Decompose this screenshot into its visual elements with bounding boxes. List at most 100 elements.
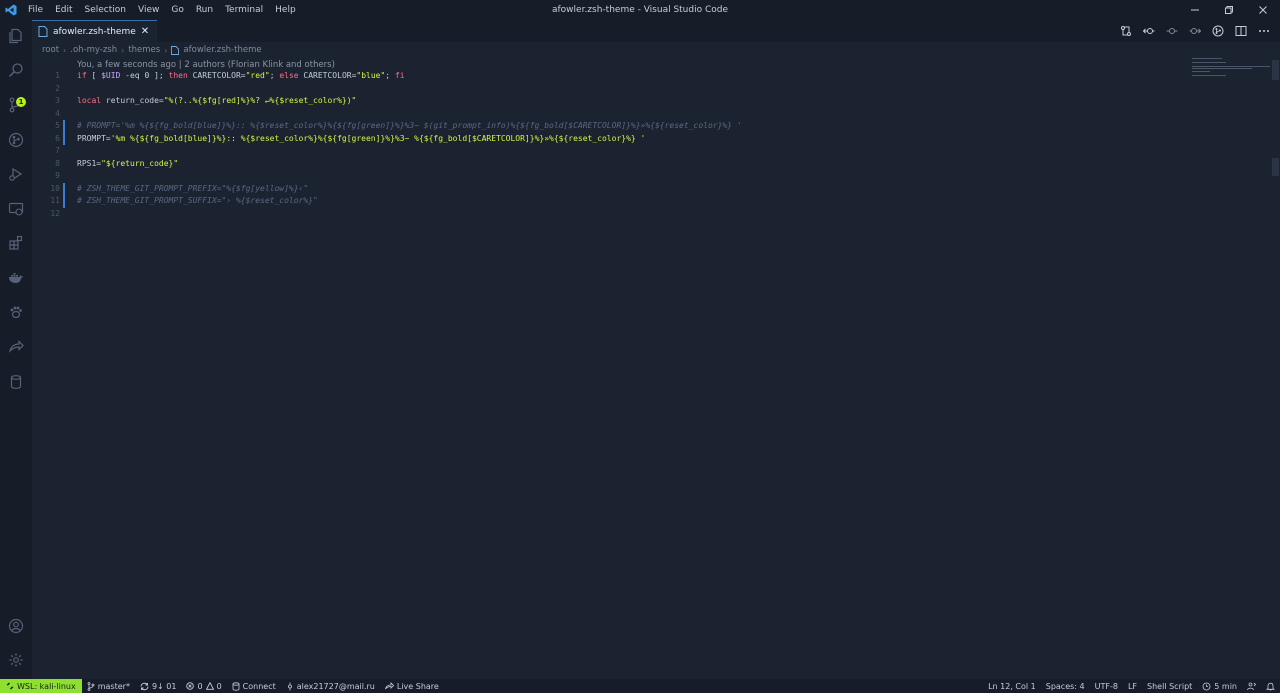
line-number[interactable]: 7 (32, 145, 60, 158)
line-number[interactable]: 10 (32, 183, 60, 196)
line-number[interactable]: 3 (32, 95, 60, 108)
line-number[interactable]: 5 (32, 120, 60, 133)
remote-indicator[interactable]: WSL: kali-linux (0, 679, 82, 693)
line-number[interactable]: 4 (32, 108, 60, 121)
tab-afowler-zsh-theme[interactable]: afowler.zsh-theme ✕ (32, 20, 158, 42)
menu-file[interactable]: File (22, 0, 49, 20)
code-line[interactable]: PROMPT='%m %{${fg_bold[blue]}%}:: %{$res… (77, 133, 645, 146)
docker-icon[interactable] (0, 264, 32, 292)
code-line[interactable]: # ZSH_THEME_GIT_PROMPT_PREFIX="%{$fg[yel… (77, 183, 308, 196)
line-number[interactable]: 9 (32, 170, 60, 183)
line-number[interactable]: 6 (32, 133, 60, 146)
connect-indicator[interactable]: Connect (227, 679, 281, 693)
branch-indicator[interactable]: master* (82, 679, 135, 693)
modified-line-marker[interactable] (63, 183, 65, 208)
code-line[interactable]: # PROMPT='%m %{${fg_bold[blue]}%}:: %{$r… (77, 120, 742, 133)
code-token: CARETCOLOR= (187, 71, 246, 80)
code-token: local (77, 96, 102, 105)
menu-terminal[interactable]: Terminal (219, 0, 269, 20)
minimap-line (1192, 71, 1210, 72)
explorer-icon[interactable] (0, 22, 32, 50)
code-token: CARETCOLOR= (298, 71, 357, 80)
code-token: # PROMPT='%m %{${fg_bold[blue]}%}:: %{$r… (77, 121, 742, 130)
more-actions-icon[interactable] (1253, 20, 1274, 42)
minimize-button[interactable] (1178, 0, 1212, 20)
menu-edit[interactable]: Edit (49, 0, 78, 20)
code-line[interactable]: local return_code="%(?..%{$fg[red]%}%? ↵… (77, 95, 356, 108)
chevron-right-icon: › (63, 45, 67, 55)
live-share-icon[interactable] (0, 333, 32, 361)
line-number[interactable]: 1 (32, 70, 60, 83)
error-icon (186, 682, 195, 690)
file-icon (38, 26, 48, 37)
remote-icon (6, 682, 14, 690)
person-feedback-icon (1247, 682, 1256, 690)
encoding[interactable]: UTF-8 (1090, 679, 1123, 693)
breadcrumb-root[interactable]: root (42, 45, 59, 55)
source-control-icon[interactable]: 1 (0, 91, 32, 119)
line-number[interactable]: 2 (32, 83, 60, 96)
indentation[interactable]: Spaces: 4 (1041, 679, 1090, 693)
code-line[interactable]: RPS1="${return_code}" (77, 158, 178, 171)
git-graph-action-icon[interactable] (1207, 20, 1228, 42)
breadcrumb-file[interactable]: afowler.zsh-theme (183, 45, 261, 55)
code-token: return_code= (101, 96, 164, 105)
settings-gear-icon[interactable] (0, 646, 32, 674)
menu-view[interactable]: View (132, 0, 165, 20)
tab-close-icon[interactable]: ✕ (141, 26, 149, 37)
code-token: $UID (101, 71, 121, 80)
account-indicator[interactable]: alex21727@mail.ru (281, 679, 380, 693)
line-number[interactable]: 8 (32, 158, 60, 171)
minimap-line (1192, 68, 1252, 69)
menu-selection[interactable]: Selection (79, 0, 132, 20)
vscode-logo-icon[interactable] (0, 0, 22, 20)
menu-bar: File Edit Selection View Go Run Terminal… (22, 0, 302, 20)
chevron-right-icon: › (121, 45, 125, 55)
run-debug-icon[interactable] (0, 160, 32, 188)
paw-icon[interactable] (0, 298, 32, 326)
git-commit-icon[interactable] (1161, 20, 1182, 42)
file-icon (171, 45, 180, 55)
breadcrumb-oh-my-zsh[interactable]: .oh-my-zsh (70, 45, 117, 55)
language-mode[interactable]: Shell Script (1142, 679, 1197, 693)
close-window-button[interactable] (1246, 0, 1280, 20)
error-count: 0 (197, 681, 203, 691)
git-graph-icon[interactable] (0, 126, 32, 154)
activity-bar: 1 (0, 20, 32, 679)
code-line[interactable]: if [ $UID -eq 0 ]; then CARETCOLOR="red"… (77, 70, 405, 83)
vertical-scrollbar[interactable] (1271, 42, 1280, 679)
line-number[interactable]: 12 (32, 208, 60, 221)
menu-help[interactable]: Help (269, 0, 302, 20)
split-editor-icon[interactable] (1230, 20, 1251, 42)
sync-indicator[interactable]: 9↓ 01 (135, 679, 182, 693)
minimap-line (1192, 75, 1226, 76)
bell-icon (1266, 682, 1275, 690)
cursor-position[interactable]: Ln 12, Col 1 (983, 679, 1041, 693)
open-changes-icon[interactable] (1115, 20, 1136, 42)
feedback-button[interactable] (1242, 679, 1261, 693)
breadcrumb-themes[interactable]: themes (128, 45, 160, 55)
end-of-line[interactable]: LF (1123, 679, 1142, 693)
minimap[interactable] (1192, 56, 1272, 86)
code-line[interactable]: # ZSH_THEME_GIT_PROMPT_SUFFIX="› %{$rese… (77, 195, 318, 208)
modified-line-marker[interactable] (63, 120, 65, 145)
notifications-button[interactable] (1261, 679, 1280, 693)
remote-explorer-icon[interactable] (0, 195, 32, 223)
line-number[interactable]: 11 (32, 195, 60, 208)
problems-indicator[interactable]: 0 0 (181, 679, 226, 693)
extensions-icon[interactable] (0, 229, 32, 257)
menu-go[interactable]: Go (165, 0, 189, 20)
git-next-icon[interactable] (1184, 20, 1205, 42)
editor-actions (1115, 20, 1274, 42)
remote-label: WSL: kali-linux (17, 681, 76, 691)
git-previous-icon[interactable] (1138, 20, 1159, 42)
restore-button[interactable] (1212, 0, 1246, 20)
live-share-status[interactable]: Live Share (380, 679, 444, 693)
menu-run[interactable]: Run (190, 0, 219, 20)
account-label: alex21727@mail.ru (296, 681, 375, 691)
time-tracker[interactable]: 5 min (1197, 679, 1242, 693)
database-icon[interactable] (0, 368, 32, 396)
account-icon[interactable] (0, 612, 32, 640)
commit-author-icon (287, 682, 292, 690)
search-icon[interactable] (0, 56, 32, 84)
